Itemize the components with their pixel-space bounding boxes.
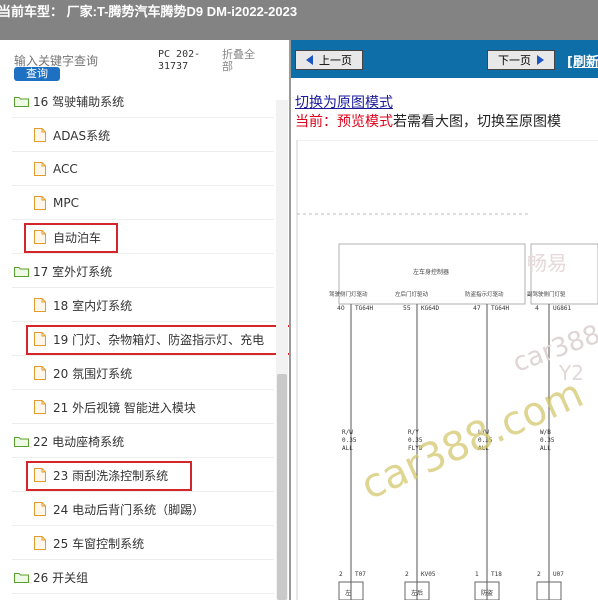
search-button[interactable]: 查询 xyxy=(14,67,60,81)
arrow-right-icon xyxy=(537,55,544,65)
tree-item-label: 26 开关组 xyxy=(33,570,89,585)
tree-item-label: 21 外后视镜 智能进入模块 xyxy=(53,400,196,415)
refresh-link[interactable]: [刷新 xyxy=(567,51,598,70)
scrollbar-thumb[interactable] xyxy=(277,374,287,600)
tree-folder[interactable]: 16 驾驶辅助系统 xyxy=(14,84,124,118)
tree-item[interactable]: 25 车窗控制系统 xyxy=(34,526,144,560)
tree-item-label: 16 驾驶辅助系统 xyxy=(33,94,125,109)
component-label: 左后 xyxy=(411,589,423,597)
wire-spec-color: R/Y xyxy=(408,429,419,436)
bottom-connector-code: U07 xyxy=(553,571,564,578)
folder-icon xyxy=(14,266,29,277)
document-icon xyxy=(34,162,46,176)
title-bar: 当前车型： 厂家:T-腾势汽车腾势D9 DM-i2022-2023 xyxy=(0,0,598,40)
tree-item[interactable]: 20 氛围灯系统 xyxy=(34,356,132,390)
bottom-connector-code: T18 xyxy=(491,571,502,578)
bottom-pin-number: 2 xyxy=(339,571,343,578)
status-hint: 若需看大图，切换至原图模 xyxy=(393,114,561,130)
wiring-diagram[interactable]: 左车身控制器 驾驶侧门灯驱动40 TG64HR/W0.35ALL2 T07左左后门灯… xyxy=(291,140,598,600)
pin-number: 4 xyxy=(535,305,539,312)
bottom-pin-number: 1 xyxy=(475,571,479,578)
status-mode: 当前：预览模式 xyxy=(295,114,393,130)
tree-item[interactable]: 18 室内灯系统 xyxy=(34,288,132,322)
prev-page-button[interactable]: 上一页 xyxy=(295,50,363,70)
tree-folder[interactable]: 22 电动座椅系统 xyxy=(14,424,124,458)
folder-icon xyxy=(14,572,29,583)
pin-number: 47 xyxy=(473,305,481,312)
pin-number: 40 xyxy=(337,305,345,312)
switch-original-mode-link[interactable]: 切换为原图模式 xyxy=(295,92,393,112)
diagram-page xyxy=(297,140,597,600)
next-page-label: 下一页 xyxy=(498,54,531,67)
wire-spec-gauge: 0.35 xyxy=(540,437,555,444)
preview-status: 当前：预览模式若需看大图，切换至原图模 xyxy=(295,111,561,131)
tree-item[interactable]: ACC xyxy=(34,152,78,186)
row-divider xyxy=(12,593,274,594)
bottom-connector-code: KV05 xyxy=(421,571,436,578)
bottom-connector-code: T07 xyxy=(355,571,366,578)
connector-code: TG64H xyxy=(355,305,373,312)
component-label: 左 xyxy=(345,589,351,597)
tree-item-label: ACC xyxy=(53,162,78,176)
document-icon xyxy=(34,400,46,414)
tree-item-label: MPC xyxy=(53,196,79,210)
vehicle-title: 当前车型： 厂家:T-腾势汽车腾势D9 DM-i2022-2023 xyxy=(0,4,298,19)
connector-code: KG64D xyxy=(421,305,439,312)
tree-item-label: 25 车窗控制系统 xyxy=(53,536,145,551)
pc-code: PC 202-31737 xyxy=(158,49,201,72)
document-icon xyxy=(34,366,46,380)
tree-item-label: 22 电动座椅系统 xyxy=(33,434,125,449)
wire-spec-zone: ALL xyxy=(540,445,551,452)
tree-item-label: 17 室外灯系统 xyxy=(33,264,113,279)
highlight-box xyxy=(26,325,289,355)
highlight-box xyxy=(26,461,192,491)
tree-panel: 查询 PC 202-31737 折叠全部 16 驾驶辅助系统 ADAS系统 ACC M… xyxy=(0,40,289,600)
next-page-button[interactable]: 下一页 xyxy=(487,50,555,70)
pin-function-label: 驾驶侧门灯驱动 xyxy=(329,290,368,298)
folder-icon xyxy=(14,436,29,447)
tree-item-label: ADAS系统 xyxy=(53,128,111,143)
component-label: 防盗 xyxy=(481,589,493,597)
bottom-pin-number: 2 xyxy=(405,571,409,578)
wire-spec-gauge: 0.35 xyxy=(342,437,357,444)
prev-page-label: 上一页 xyxy=(319,54,352,67)
document-icon xyxy=(34,536,46,550)
document-icon xyxy=(34,298,46,312)
document-icon xyxy=(34,502,46,516)
pin-number: 55 xyxy=(403,305,411,312)
tree-item[interactable]: 21 外后视镜 智能进入模块 xyxy=(34,390,196,424)
tree-item-label: 18 室内灯系统 xyxy=(53,298,133,313)
tree-item[interactable]: 24 电动后背门系统（脚踢） xyxy=(34,492,204,526)
tree-folder[interactable]: 26 开关组 xyxy=(14,560,88,594)
tree-item[interactable]: ADAS系统 xyxy=(34,118,110,152)
tree-folder[interactable]: 17 室外灯系统 xyxy=(14,254,112,288)
module-label: 左车身控制器 xyxy=(413,268,449,276)
arrow-left-icon xyxy=(306,55,313,65)
collapse-all-button[interactable]: 折叠全部 xyxy=(222,49,262,73)
folder-icon xyxy=(14,96,29,107)
tree-item[interactable]: MPC xyxy=(34,186,79,220)
pin-function-label: 副驾驶侧门灯驱 xyxy=(527,290,566,298)
document-icon xyxy=(34,128,46,142)
bottom-pin-number: 2 xyxy=(537,571,541,578)
connector-code: UG861 xyxy=(553,305,571,312)
document-icon xyxy=(34,196,46,210)
pin-function-label: 防盗指示灯驱动 xyxy=(465,290,504,298)
highlight-box xyxy=(24,223,118,253)
connector-code: TG64H xyxy=(491,305,509,312)
wire-spec-zone: ALL xyxy=(342,445,353,452)
viewer-panel: 上一页 下一页 [刷新 切换为原图模式 当前：预览模式若需看大图，切换至原图模 … xyxy=(289,40,598,600)
tree-item-label: 20 氛围灯系统 xyxy=(53,366,133,381)
tree-item-label: 24 电动后背门系统（脚踢） xyxy=(53,502,205,517)
watermark-cn: 畅易 xyxy=(527,251,567,275)
wire-spec-color: R/W xyxy=(342,429,353,436)
pin-function-label: 左后门灯驱动 xyxy=(395,290,429,298)
